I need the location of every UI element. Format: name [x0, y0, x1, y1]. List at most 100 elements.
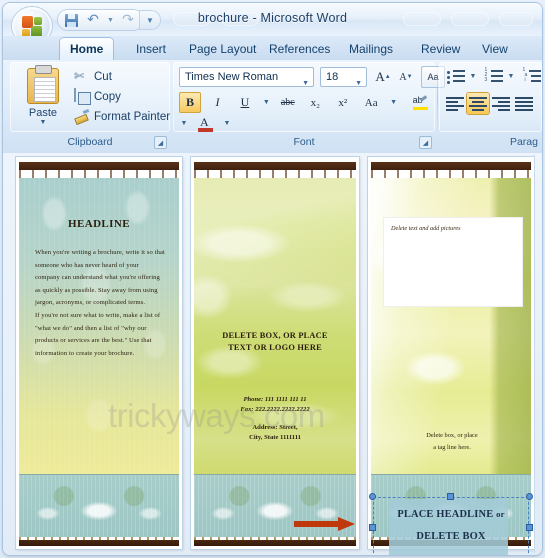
- font-group-panel: Times New Roman ▼ 18 ▼ A ▲ A ▼ Aa B I U …: [173, 62, 445, 134]
- resize-handle-middle-right[interactable]: [526, 524, 533, 531]
- vertical-scrollbar[interactable]: [534, 155, 541, 553]
- panel-middle-content: DELETE BOX, OR PLACE TEXT OR LOGO HERE P…: [194, 162, 356, 546]
- numbering-dropdown-icon[interactable]: ▼: [506, 66, 516, 87]
- bullets-icon: [446, 69, 466, 84]
- clipboard-group-panel: Paste ▼ ✄ Cut Copy Format Painter: [10, 62, 170, 132]
- panel-top-fringe: [371, 170, 531, 178]
- tab-view[interactable]: View: [472, 38, 518, 60]
- copy-button[interactable]: Copy: [74, 87, 121, 106]
- format-painter-button[interactable]: Format Painter: [74, 107, 170, 126]
- font-group-label: Font: [293, 136, 315, 148]
- paste-label: Paste: [28, 107, 58, 119]
- grow-font-button[interactable]: A ▲: [372, 67, 394, 87]
- italic-button[interactable]: I: [206, 92, 228, 113]
- fax-label: Fax:: [240, 405, 254, 413]
- panel-bottom-band: [19, 474, 179, 537]
- panel-middle-delete-box-text[interactable]: DELETE BOX, OR PLACE TEXT OR LOGO HERE: [208, 330, 342, 354]
- delete-box-line-1: DELETE BOX, OR PLACE: [222, 331, 328, 340]
- resize-handle-top-left[interactable]: [369, 493, 376, 500]
- align-left-button[interactable]: [444, 93, 466, 114]
- tab-references[interactable]: References: [259, 38, 340, 60]
- word-window: ↶ ▼ ↷ ▼ brochure - Microsoft Word Home I…: [0, 0, 545, 558]
- numbering-button[interactable]: 1 2 3: [482, 66, 506, 87]
- cut-button[interactable]: ✄ Cut: [74, 67, 112, 86]
- red-arrow-annotation: [294, 517, 356, 531]
- strikethrough-button[interactable]: abc: [277, 92, 299, 113]
- align-center-icon: [469, 97, 487, 111]
- paragraph-group-label: Parag: [509, 136, 538, 148]
- text-highlight-button[interactable]: ab: [409, 92, 431, 113]
- copy-label: Copy: [94, 90, 121, 103]
- group-divider: [437, 66, 438, 132]
- ribbon-group-font: Times New Roman ▼ 18 ▼ A ▲ A ▼ Aa B I U …: [173, 62, 445, 151]
- picture-placeholder[interactable]: Delete text and add pictures: [383, 217, 523, 307]
- resize-handle-top-center[interactable]: [447, 493, 454, 500]
- chevron-down-icon[interactable]: ▼: [40, 119, 47, 126]
- bullets-dropdown-icon[interactable]: ▼: [468, 66, 478, 87]
- panel-left-paragraph-1: When you're writing a brochure, write it…: [35, 249, 165, 307]
- align-left-icon: [446, 97, 464, 111]
- panel-left-headline[interactable]: HEADLINE: [29, 218, 169, 230]
- bullets-button[interactable]: [444, 66, 468, 87]
- chevron-down-icon: ▼: [355, 80, 362, 87]
- resize-handle-top-right[interactable]: [526, 493, 533, 500]
- delete-box-line-2: TEXT OR LOGO HERE: [228, 343, 322, 352]
- phone-row: Phone: 111 1111 111 11: [206, 395, 344, 405]
- clipboard-dialog-launcher[interactable]: ◢: [154, 136, 167, 149]
- subscript-button[interactable]: x₂: [304, 92, 326, 113]
- change-case-button[interactable]: Aa: [359, 92, 383, 113]
- panel-middle-contact[interactable]: Phone: 111 1111 111 11 Fax: 222.2222.222…: [206, 395, 344, 414]
- fax-row: Fax: 222.2222.2222.2222: [206, 405, 344, 415]
- ribbon-group-paragraph: ▼ 1 2 3 ▼ 1 a i Parag: [439, 62, 542, 151]
- title-bar: ↶ ▼ ↷ ▼ brochure - Microsoft Word: [3, 3, 542, 45]
- panel-top-border: [371, 162, 531, 170]
- phone-value: 111 1111 111 11: [264, 396, 307, 403]
- justify-button[interactable]: [513, 93, 535, 114]
- tab-mailings[interactable]: Mailings: [339, 38, 403, 60]
- align-center-button[interactable]: [467, 93, 489, 114]
- panel-top-border: [19, 162, 179, 170]
- panel-right-tagline[interactable]: Delete box, or place a tag line here.: [383, 430, 521, 454]
- paste-button[interactable]: Paste ▼: [16, 65, 70, 129]
- font-name-combobox[interactable]: Times New Roman ▼: [179, 67, 314, 87]
- shrink-font-label: A: [399, 71, 407, 83]
- panel-top-fringe: [194, 170, 356, 178]
- brochure-panel-right[interactable]: Delete text and add pictures Delete box,…: [368, 157, 534, 549]
- font-dialog-launcher[interactable]: ◢: [419, 136, 432, 149]
- font-size-value: 18: [326, 71, 339, 83]
- highlight-dropdown-icon[interactable]: ▼: [179, 113, 189, 134]
- tab-review[interactable]: Review: [411, 38, 470, 60]
- underline-dropdown-icon[interactable]: ▼: [261, 92, 271, 113]
- panel-top-fringe: [19, 170, 179, 178]
- multilevel-list-icon: 1 a i: [523, 67, 542, 84]
- align-right-button[interactable]: [490, 93, 512, 114]
- font-size-combobox[interactable]: 18 ▼: [320, 67, 367, 87]
- underline-button[interactable]: U: [234, 92, 256, 113]
- shrink-font-button[interactable]: A ▼: [395, 67, 417, 87]
- panel-middle-address[interactable]: Address: Street, City, State 1111111: [206, 423, 344, 442]
- document-area[interactable]: HEADLINE When you're writing a brochure,…: [3, 153, 542, 555]
- brochure-panel-middle[interactable]: DELETE BOX, OR PLACE TEXT OR LOGO HERE P…: [191, 157, 359, 549]
- font-color-dropdown-icon[interactable]: ▼: [222, 113, 232, 134]
- bold-button[interactable]: B: [179, 92, 201, 113]
- tab-page-layout[interactable]: Page Layout: [179, 38, 266, 60]
- brochure-panel-left[interactable]: HEADLINE When you're writing a brochure,…: [16, 157, 182, 549]
- grow-font-label: A: [375, 69, 385, 84]
- tagline-line-2: a tag line here.: [433, 444, 471, 451]
- scissors-icon: ✄: [74, 69, 85, 83]
- clipboard-group-label: Clipboard: [67, 136, 113, 148]
- font-color-button[interactable]: A: [194, 113, 216, 134]
- tab-home[interactable]: Home: [60, 38, 114, 60]
- paragraph-group-panel: ▼ 1 2 3 ▼ 1 a i: [439, 62, 542, 132]
- selected-text-box[interactable]: PLACE HEADLINE or DELETE BOX: [369, 493, 533, 555]
- window-title: brochure - Microsoft Word: [197, 11, 348, 25]
- resize-handle-middle-left[interactable]: [369, 524, 376, 531]
- multilevel-list-button[interactable]: 1 a i: [520, 66, 542, 87]
- panel-left-body[interactable]: When you're writing a brochure, write it…: [35, 247, 165, 360]
- copy-icon: [74, 88, 89, 104]
- font-format-row: B I U ▼ abc x₂ x² Aa ▼ ab ▼ A ▼: [179, 92, 435, 134]
- superscript-button[interactable]: x²: [332, 92, 354, 113]
- tab-insert[interactable]: Insert: [126, 38, 176, 60]
- panel-left-content: HEADLINE When you're writing a brochure,…: [19, 162, 179, 546]
- change-case-dropdown-icon[interactable]: ▼: [389, 92, 399, 113]
